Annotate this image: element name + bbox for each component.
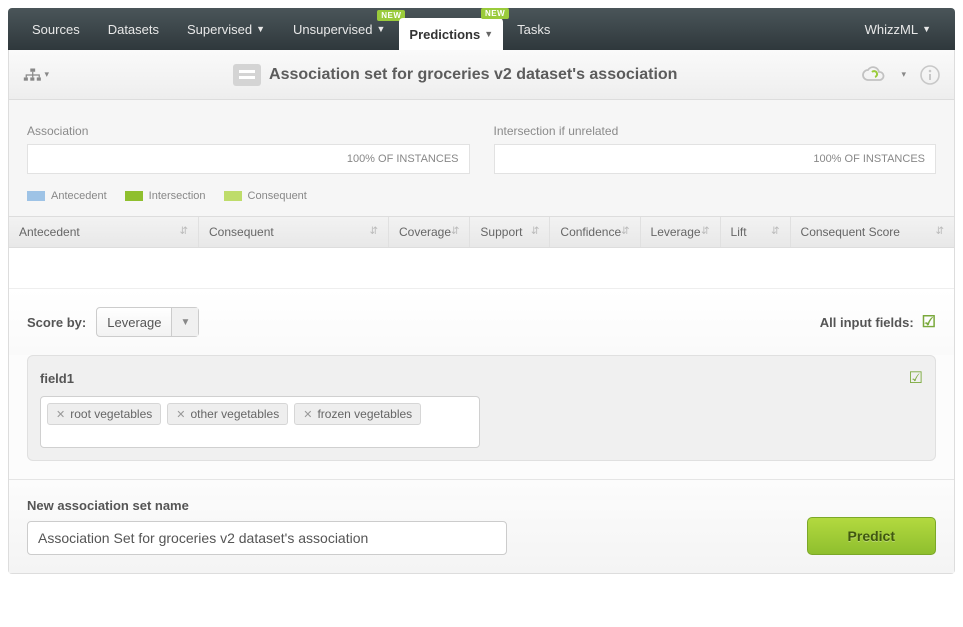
- column-consequent[interactable]: Consequent⇵: [199, 217, 389, 247]
- association-icon: [233, 64, 261, 86]
- column-confidence[interactable]: Confidence⇵: [550, 217, 640, 247]
- intersection-stat: Intersection if unrelated 100% OF INSTAN…: [494, 124, 937, 174]
- controls-row: Score by: Leverage ▼ All input fields: ☑: [9, 288, 954, 355]
- column-antecedent[interactable]: Antecedent⇵: [9, 217, 199, 247]
- nav-predictions[interactable]: Predictions▼NEW: [399, 18, 503, 50]
- legend-intersection: Intersection: [125, 190, 206, 202]
- remove-tag-icon[interactable]: ✕: [303, 408, 312, 421]
- tag-input[interactable]: ✕root vegetables ✕other vegetables ✕frozen…: [40, 396, 480, 448]
- all-input-fields-toggle[interactable]: All input fields: ☑: [820, 312, 936, 332]
- caret-down-icon: ▼: [256, 24, 265, 34]
- stat-label: Association: [27, 124, 470, 138]
- check-icon[interactable]: ☑: [909, 368, 923, 388]
- check-icon: ☑: [922, 312, 936, 332]
- top-nav: Sources Datasets Supervised▼ Unsupervise…: [8, 8, 955, 50]
- field-title: field1: [40, 371, 74, 386]
- predict-button[interactable]: Predict: [807, 517, 936, 555]
- legend-consequent: Consequent: [224, 190, 307, 202]
- stats-band: Association 100% OF INSTANCES Intersecti…: [9, 100, 954, 184]
- field-card: field1 ☑ ✕root vegetables ✕other vegetabl…: [27, 355, 936, 461]
- legend-antecedent: Antecedent: [27, 190, 107, 202]
- association-stat: Association 100% OF INSTANCES: [27, 124, 470, 174]
- nav-whizzml[interactable]: WhizzML▼: [851, 8, 945, 50]
- column-leverage[interactable]: Leverage⇵: [641, 217, 721, 247]
- tag[interactable]: ✕root vegetables: [47, 403, 161, 425]
- sort-icon: ⇵: [180, 227, 188, 237]
- stat-label: Intersection if unrelated: [494, 124, 937, 138]
- name-field: New association set name: [27, 498, 507, 555]
- tree-icon[interactable]: ▾: [23, 65, 49, 85]
- remove-tag-icon[interactable]: ✕: [56, 408, 65, 421]
- select-value: Leverage: [97, 315, 171, 330]
- table-body-empty: [9, 248, 954, 288]
- tag[interactable]: ✕other vegetables: [167, 403, 288, 425]
- sort-icon: ⇵: [451, 227, 459, 237]
- sort-icon: ⇵: [771, 227, 779, 237]
- swatch-icon: [125, 191, 143, 201]
- column-consequent-score[interactable]: Consequent Score⇵: [791, 217, 954, 247]
- footer: New association set name Predict: [9, 479, 954, 573]
- caret-down-icon: ▼: [171, 308, 198, 336]
- page-title: Association set for groceries v2 dataset…: [269, 66, 677, 84]
- legend: Antecedent Intersection Consequent: [9, 184, 954, 216]
- info-icon[interactable]: [920, 65, 940, 85]
- stat-bar: 100% OF INSTANCES: [27, 144, 470, 174]
- nav-supervised[interactable]: Supervised▼: [173, 8, 279, 50]
- caret-down-icon: ▼: [484, 29, 493, 39]
- score-by-select[interactable]: Leverage ▼: [96, 307, 199, 337]
- name-label: New association set name: [27, 498, 507, 513]
- score-by: Score by: Leverage ▼: [27, 307, 199, 337]
- name-input[interactable]: [27, 521, 507, 555]
- sort-icon: ⇵: [936, 227, 944, 237]
- caret-down-icon: ▼: [922, 24, 931, 34]
- sort-icon: ⇵: [370, 227, 378, 237]
- caret-down-icon: ▼: [376, 24, 385, 34]
- column-coverage[interactable]: Coverage⇵: [389, 217, 470, 247]
- nav-datasets[interactable]: Datasets: [94, 8, 173, 50]
- nav-tasks[interactable]: Tasks: [503, 8, 564, 50]
- score-by-label: Score by:: [27, 315, 86, 330]
- swatch-icon: [27, 191, 45, 201]
- sort-icon: ⇵: [701, 227, 709, 237]
- tag[interactable]: ✕frozen vegetables: [294, 403, 421, 425]
- column-support[interactable]: Support⇵: [470, 217, 550, 247]
- sort-icon: ⇵: [531, 227, 539, 237]
- cloud-action-icon[interactable]: [861, 66, 887, 84]
- content: Association 100% OF INSTANCES Intersecti…: [8, 100, 955, 574]
- nav-unsupervised[interactable]: Unsupervised▼NEW: [279, 8, 399, 50]
- stat-bar: 100% OF INSTANCES: [494, 144, 937, 174]
- column-lift[interactable]: Lift⇵: [721, 217, 791, 247]
- table-header: Antecedent⇵Consequent⇵Coverage⇵Support⇵C…: [9, 216, 954, 248]
- sort-icon: ⇵: [621, 227, 629, 237]
- swatch-icon: [224, 191, 242, 201]
- remove-tag-icon[interactable]: ✕: [176, 408, 185, 421]
- caret-down-icon[interactable]: ▾: [901, 69, 906, 80]
- nav-sources[interactable]: Sources: [18, 8, 94, 50]
- sub-header: ▾ Association set for groceries v2 datas…: [8, 50, 955, 100]
